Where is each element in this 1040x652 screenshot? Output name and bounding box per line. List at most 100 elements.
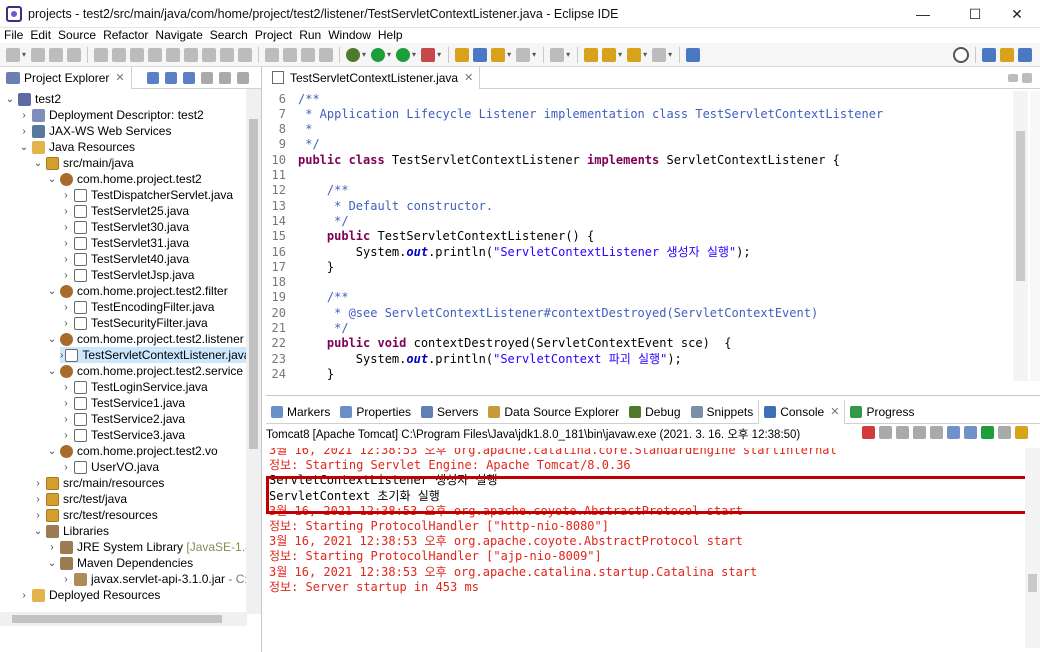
tab-project-explorer[interactable]: Project Explorer ✕ bbox=[0, 67, 132, 89]
tree-item[interactable]: ⌄ com.home.project.test2.filter bbox=[46, 283, 228, 299]
menu-help[interactable]: Help bbox=[378, 28, 403, 42]
search-tool-icon[interactable] bbox=[550, 47, 565, 62]
code-line[interactable]: 11 bbox=[266, 168, 298, 183]
collapsed-arrow-icon[interactable]: › bbox=[60, 222, 72, 233]
search-icon[interactable] bbox=[953, 46, 969, 63]
remove-all-terminated-icon[interactable] bbox=[896, 426, 909, 439]
tree-item[interactable]: ⌄ Libraries bbox=[32, 523, 109, 539]
back-icon[interactable] bbox=[627, 47, 642, 62]
tree-item[interactable]: ⌄ Java Resources bbox=[18, 139, 135, 155]
menu-search[interactable]: Search bbox=[210, 28, 248, 42]
step-into-icon[interactable] bbox=[166, 47, 181, 62]
resume-icon[interactable] bbox=[94, 47, 109, 62]
collapsed-arrow-icon[interactable]: › bbox=[18, 126, 30, 137]
minimize-view-icon[interactable] bbox=[1008, 73, 1018, 82]
collapsed-arrow-icon[interactable]: › bbox=[60, 302, 72, 313]
menu-window[interactable]: Window bbox=[328, 28, 371, 42]
show-stderr-icon[interactable] bbox=[964, 426, 977, 439]
tree-item[interactable]: › TestService1.java bbox=[60, 395, 185, 411]
pin-console-icon[interactable] bbox=[981, 426, 994, 439]
expanded-arrow-icon[interactable]: ⌄ bbox=[46, 334, 58, 345]
tree-item[interactable]: › TestDispatcherServlet.java bbox=[60, 187, 233, 203]
close-button[interactable]: ✕ bbox=[994, 0, 1040, 28]
new-java-class-icon[interactable] bbox=[473, 47, 488, 62]
collapsed-arrow-icon[interactable]: › bbox=[32, 510, 44, 521]
tree-item[interactable]: ⌄ test2 bbox=[4, 91, 61, 107]
code-line[interactable]: 8 * bbox=[266, 122, 313, 137]
toggle-block-selection-icon[interactable] bbox=[301, 47, 316, 62]
code-line[interactable]: 14 */ bbox=[266, 213, 349, 228]
collapsed-arrow-icon[interactable]: › bbox=[60, 238, 72, 249]
tree-item[interactable]: › TestService3.java bbox=[60, 427, 185, 443]
menu-edit[interactable]: Edit bbox=[30, 28, 51, 42]
tree-item[interactable]: ⌄ Maven Dependencies bbox=[46, 555, 193, 571]
tree-item[interactable]: ›javax.servlet-api-3.1.0.jar - C:\U: bbox=[60, 571, 261, 587]
menu-file[interactable]: File bbox=[4, 28, 23, 42]
save-all-icon[interactable] bbox=[49, 47, 64, 62]
drop-to-frame-icon[interactable] bbox=[220, 47, 235, 62]
expanded-arrow-icon[interactable]: ⌄ bbox=[46, 174, 58, 185]
code-area[interactable]: 6/** 7 * Application Lifecycle Listener i… bbox=[266, 91, 1011, 381]
code-line[interactable]: 24 } bbox=[266, 366, 335, 381]
tree-item[interactable]: › src/test/java bbox=[32, 491, 127, 507]
code-line[interactable]: 9 */ bbox=[266, 137, 320, 152]
menu-run[interactable]: Run bbox=[299, 28, 321, 42]
collapsed-arrow-icon[interactable]: › bbox=[60, 382, 72, 393]
explorer-vertical-scrollbar[interactable] bbox=[246, 89, 261, 614]
clear-console-icon[interactable] bbox=[913, 426, 926, 439]
collapsed-arrow-icon[interactable]: › bbox=[60, 190, 72, 201]
minimize-button[interactable]: — bbox=[900, 0, 946, 28]
tree-item[interactable]: › TestServlet40.java bbox=[60, 251, 189, 267]
external-tools-icon[interactable] bbox=[421, 47, 436, 62]
maximize-view-icon[interactable] bbox=[236, 71, 249, 84]
show-whitespace-icon[interactable] bbox=[319, 47, 334, 62]
tab-properties[interactable]: Properties bbox=[335, 400, 416, 424]
use-step-filters-icon[interactable] bbox=[238, 47, 253, 62]
code-line[interactable]: 17 } bbox=[266, 259, 335, 274]
debug-perspective-icon[interactable] bbox=[1018, 47, 1032, 62]
tree-item[interactable]: › JRE System Library [JavaSE-1.8] bbox=[46, 539, 255, 555]
suspend-icon[interactable] bbox=[112, 47, 127, 62]
next-annotation-icon[interactable] bbox=[584, 47, 599, 62]
explorer-horizontal-scrollbar[interactable] bbox=[0, 612, 247, 626]
close-icon[interactable]: ✕ bbox=[115, 71, 124, 84]
tree-item[interactable]: › TestServlet30.java bbox=[60, 219, 189, 235]
run-icon[interactable] bbox=[371, 47, 386, 62]
tree-item[interactable]: › TestServlet25.java bbox=[60, 203, 189, 219]
code-line[interactable]: 7 * Application Lifecycle Listener imple… bbox=[266, 106, 883, 121]
previous-annotation-icon[interactable] bbox=[602, 47, 617, 62]
tree-item[interactable]: › TestLoginService.java bbox=[60, 379, 207, 395]
code-line[interactable]: 21 */ bbox=[266, 321, 349, 336]
collapsed-arrow-icon[interactable]: › bbox=[32, 478, 44, 489]
terminate-icon[interactable] bbox=[130, 47, 145, 62]
step-return-icon[interactable] bbox=[202, 47, 217, 62]
collapsed-arrow-icon[interactable]: › bbox=[46, 542, 58, 553]
tab-markers[interactable]: Markers bbox=[266, 400, 335, 424]
menu-source[interactable]: Source bbox=[58, 28, 96, 42]
minimize-view-icon[interactable] bbox=[218, 71, 231, 84]
code-line[interactable]: 13 * Default constructor. bbox=[266, 198, 494, 213]
filter-icon[interactable] bbox=[182, 71, 195, 84]
collapsed-arrow-icon[interactable]: › bbox=[60, 254, 72, 265]
expanded-arrow-icon[interactable]: ⌄ bbox=[46, 366, 58, 377]
disconnect-icon[interactable] bbox=[148, 47, 163, 62]
expanded-arrow-icon[interactable]: ⌄ bbox=[18, 142, 30, 153]
collapsed-arrow-icon[interactable]: › bbox=[60, 462, 72, 473]
tab-console[interactable]: Console ✕ bbox=[758, 399, 846, 424]
close-icon[interactable]: ✕ bbox=[830, 405, 839, 418]
show-stdout-icon[interactable] bbox=[947, 426, 960, 439]
console-vertical-scrollbar[interactable] bbox=[1025, 448, 1040, 648]
tree-item[interactable]: › TestServletJsp.java bbox=[60, 267, 194, 283]
open-task-icon[interactable] bbox=[516, 47, 531, 62]
debug-icon[interactable] bbox=[346, 47, 361, 62]
tree-item[interactable]: › JAX-WS Web Services bbox=[18, 123, 171, 139]
code-line[interactable]: 6 /** bbox=[266, 91, 320, 106]
tab-servers[interactable]: Servers bbox=[416, 400, 483, 424]
expanded-arrow-icon[interactable]: ⌄ bbox=[4, 94, 16, 105]
collapsed-arrow-icon[interactable]: › bbox=[60, 270, 72, 281]
print-icon[interactable] bbox=[67, 47, 82, 62]
collapsed-arrow-icon[interactable]: › bbox=[18, 110, 30, 121]
new-icon[interactable] bbox=[6, 47, 20, 62]
open-console-icon[interactable] bbox=[1015, 426, 1028, 439]
tree-item[interactable]: › Deployed Resources bbox=[18, 587, 160, 603]
